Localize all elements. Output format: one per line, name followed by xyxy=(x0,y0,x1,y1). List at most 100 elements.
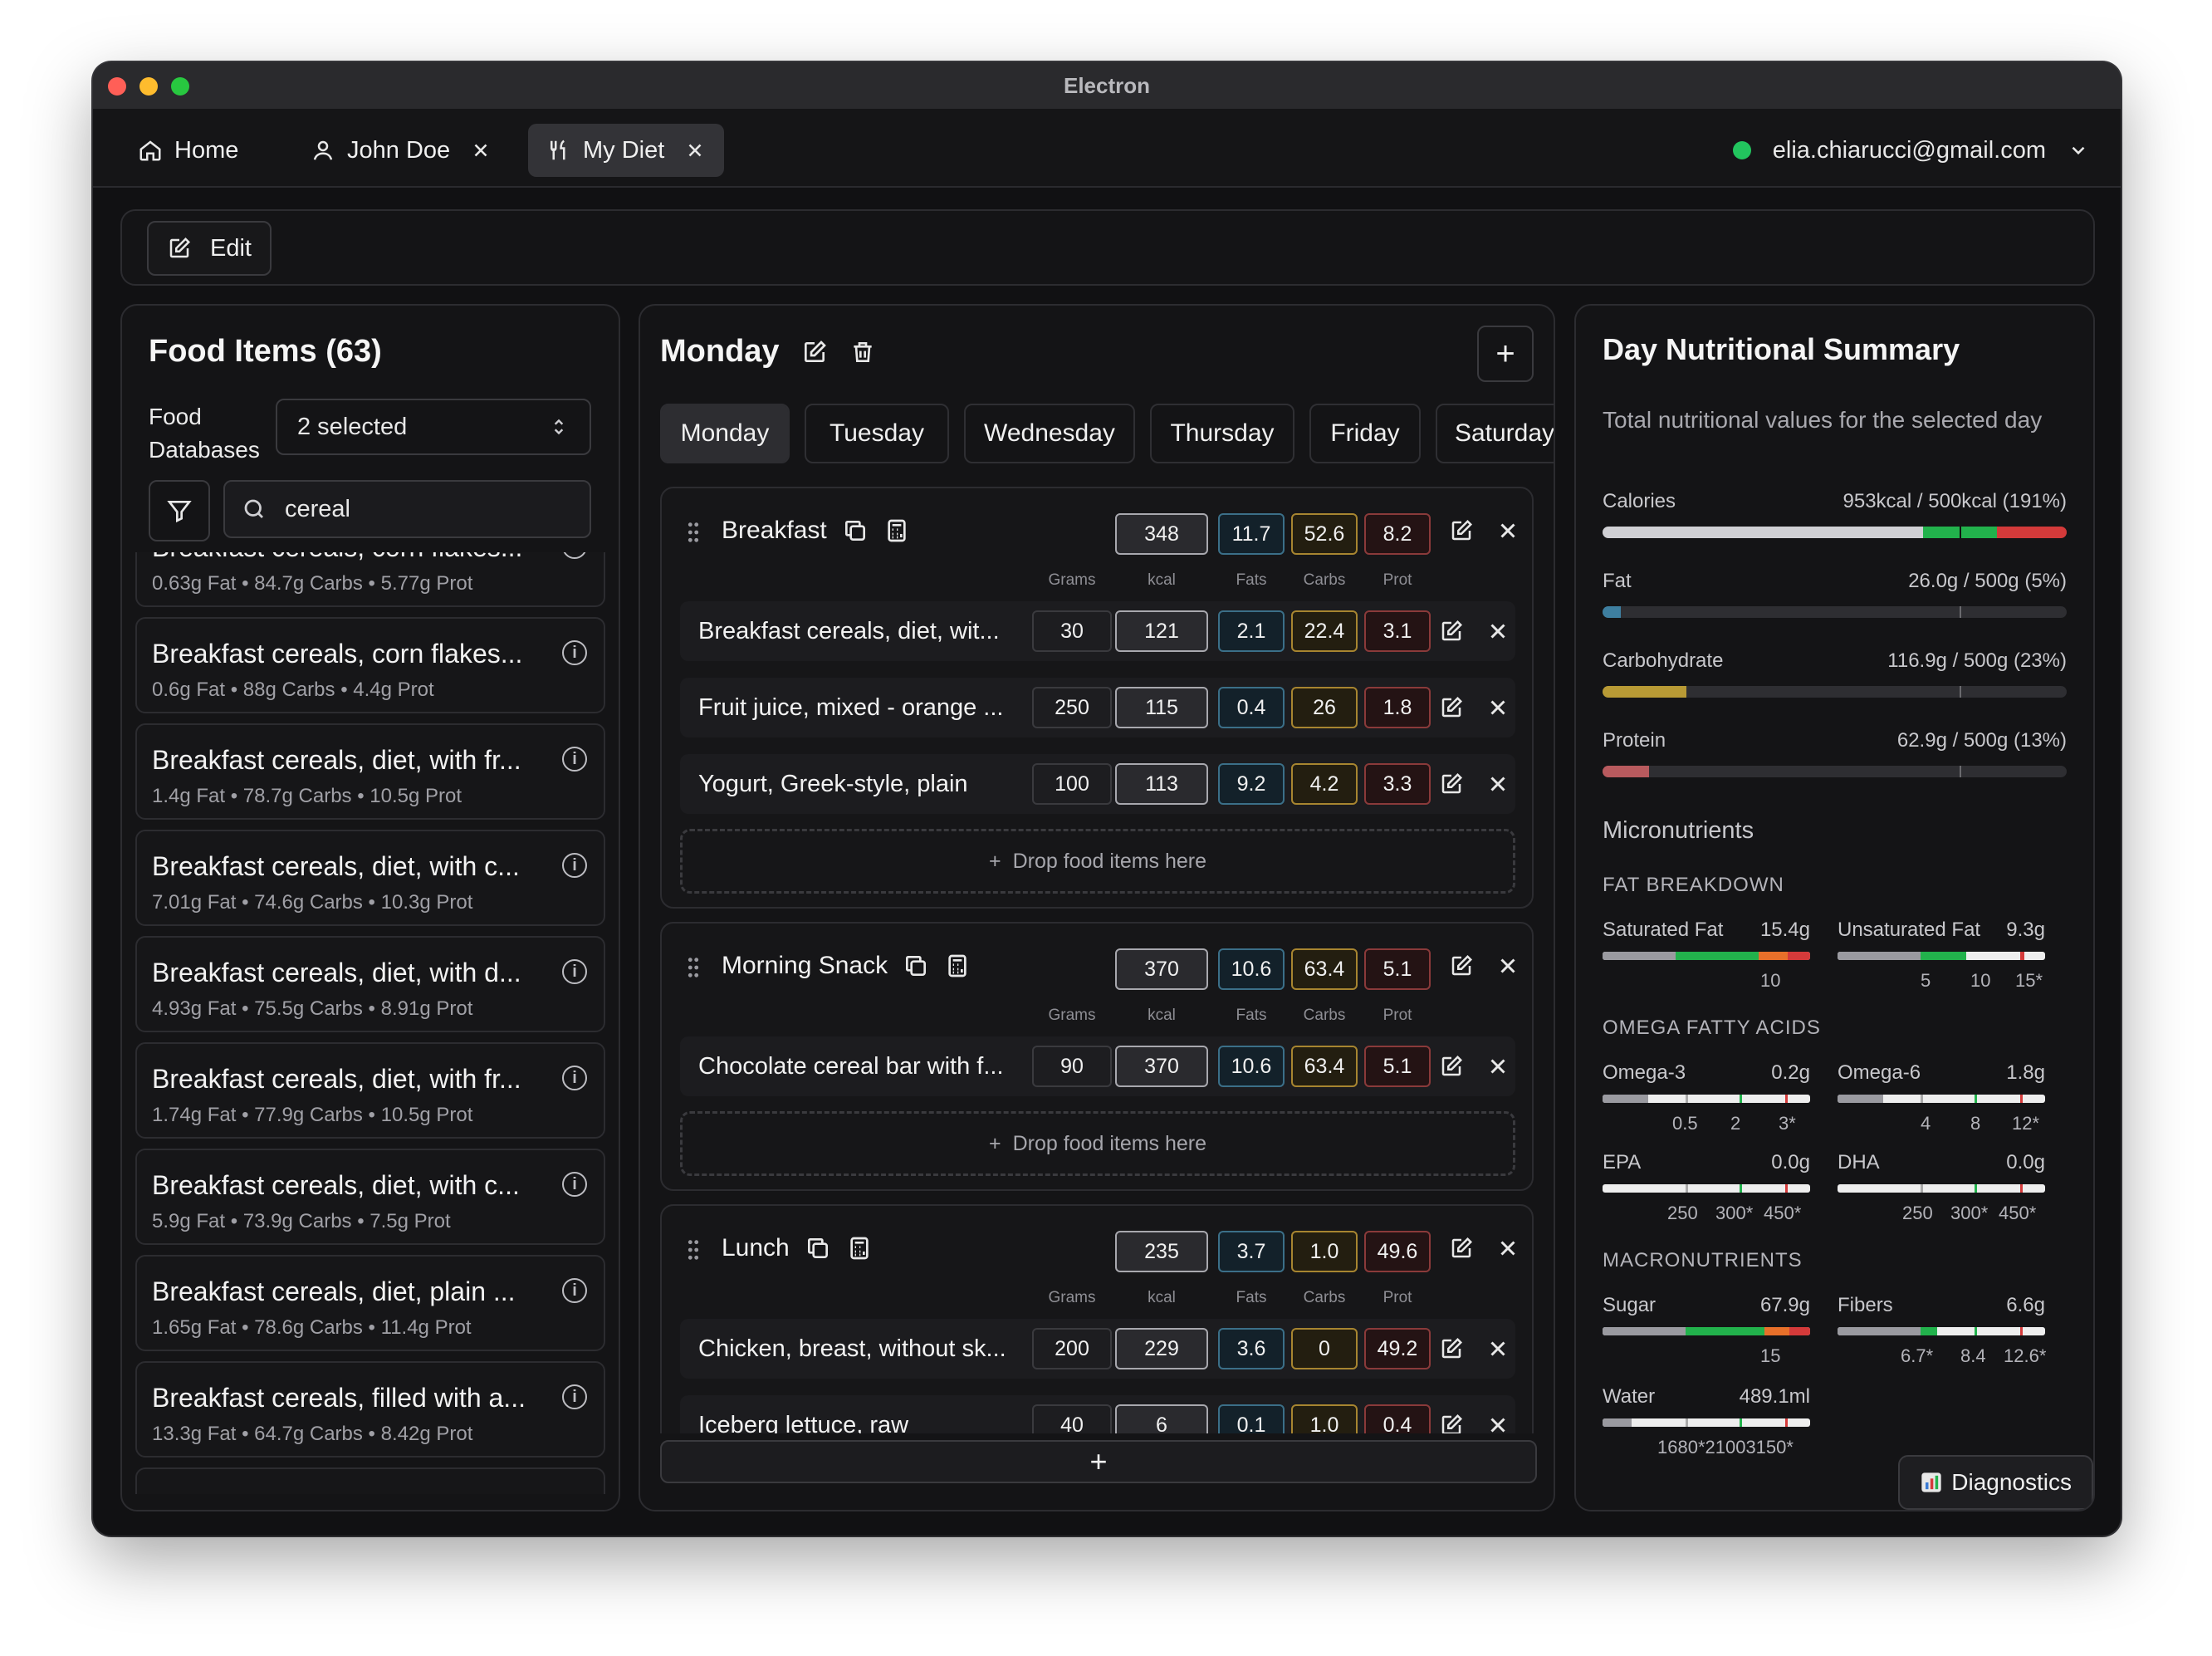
food-card[interactable]: Breakfast cereals, diet, with c... 7.01g … xyxy=(135,830,605,926)
remove-meal-button[interactable] xyxy=(1495,1236,1520,1261)
grams-input[interactable]: 30 xyxy=(1032,610,1112,652)
diagnostics-button[interactable]: Diagnostics xyxy=(1898,1455,2093,1510)
edit-food-button[interactable] xyxy=(1439,1054,1464,1079)
edit-food-button[interactable] xyxy=(1439,1413,1464,1433)
remove-food-button[interactable] xyxy=(1485,619,1510,644)
food-card[interactable]: Breakfast cereals, filled with a... 13.3g… xyxy=(135,1361,605,1458)
calculator-icon[interactable] xyxy=(846,1235,873,1262)
drop-zone[interactable]: + Drop food items here xyxy=(680,829,1515,894)
mini-scale-label: 10 xyxy=(1970,970,1991,991)
edit-food-button[interactable] xyxy=(1439,695,1464,720)
remove-food-button[interactable] xyxy=(1485,1336,1510,1361)
mini-value: 67.9g xyxy=(1759,1294,1810,1316)
close-icon[interactable] xyxy=(470,140,492,161)
day-tab-friday[interactable]: Friday xyxy=(1309,404,1421,463)
food-macros: 1.65g Fat • 78.6g Carbs • 11.4g Prot xyxy=(152,1316,472,1339)
edit-food-button[interactable] xyxy=(1439,619,1464,644)
grams-input[interactable]: 100 xyxy=(1032,763,1112,805)
drag-handle-icon[interactable] xyxy=(687,1239,700,1261)
food-databases-select[interactable]: 2 selected xyxy=(276,399,591,455)
meal-fat-total: 3.7 xyxy=(1218,1231,1285,1272)
food-prot: 49.2 xyxy=(1364,1328,1431,1369)
stat-label: Carbohydrate xyxy=(1603,649,1724,672)
drag-handle-icon[interactable] xyxy=(687,957,700,978)
food-list: Breakfast cereals, corn flakes... 0.63g F… xyxy=(135,552,605,1494)
grams-input[interactable]: 200 xyxy=(1032,1328,1112,1369)
maximize-window-button[interactable] xyxy=(171,77,189,96)
info-icon[interactable]: i xyxy=(562,552,587,559)
tab-home[interactable]: Home xyxy=(120,124,257,177)
food-macros: 1.74g Fat • 77.9g Carbs • 10.5g Prot xyxy=(152,1104,473,1126)
food-card[interactable]: Breakfast cereals, corn flakes... 0.63g F… xyxy=(135,552,605,607)
grams-input[interactable]: 250 xyxy=(1032,687,1112,728)
copy-icon[interactable] xyxy=(842,517,869,544)
calculator-icon[interactable] xyxy=(883,517,910,544)
info-icon[interactable]: i xyxy=(562,1066,587,1090)
remove-food-button[interactable] xyxy=(1485,1413,1510,1433)
edit-food-button[interactable] xyxy=(1439,1336,1464,1361)
food-card[interactable]: Breakfast cereals, diet, plain ... 1.65g … xyxy=(135,1255,605,1351)
select-value: 2 selected xyxy=(297,413,408,440)
edit-food-button[interactable] xyxy=(1439,772,1464,796)
drag-handle-icon[interactable] xyxy=(687,522,700,543)
close-icon[interactable] xyxy=(684,140,706,161)
food-card[interactable]: Breakfast cereals, corn flakes... 0.6g Fa… xyxy=(135,617,605,713)
mini-scale-label: 8.4 xyxy=(1960,1345,1986,1366)
remove-meal-button[interactable] xyxy=(1495,953,1520,978)
stat-label: Calories xyxy=(1603,490,1676,512)
edit-meal-button[interactable] xyxy=(1449,953,1474,978)
food-card-partial[interactable] xyxy=(135,1467,605,1494)
remove-food-button[interactable] xyxy=(1485,695,1510,720)
info-icon[interactable]: i xyxy=(562,959,587,984)
day-tab-tuesday[interactable]: Tuesday xyxy=(805,404,949,463)
grams-input[interactable]: 90 xyxy=(1032,1046,1112,1087)
trash-icon[interactable] xyxy=(849,339,876,365)
info-icon[interactable]: i xyxy=(562,853,587,878)
tab-label: Home xyxy=(174,136,239,164)
drop-zone[interactable]: + Drop food items here xyxy=(680,1111,1515,1176)
info-icon[interactable]: i xyxy=(562,640,587,665)
add-day-button[interactable]: + xyxy=(1477,326,1534,382)
food-search-input[interactable]: cereal xyxy=(223,480,591,538)
food-card[interactable]: Breakfast cereals, diet, with fr... 1.74g… xyxy=(135,1042,605,1139)
tab-john-doe[interactable]: John Doe xyxy=(292,124,510,177)
day-tab-monday[interactable]: Monday xyxy=(660,404,790,463)
edit-icon xyxy=(1451,519,1473,541)
meal-food-row[interactable]: Chicken, breast, without sk... 200 229 3… xyxy=(680,1319,1515,1379)
minimize-window-button[interactable] xyxy=(139,77,158,96)
edit-icon[interactable] xyxy=(801,339,828,365)
copy-icon[interactable] xyxy=(903,953,929,979)
add-meal-button[interactable]: + xyxy=(660,1440,1537,1483)
copy-icon[interactable] xyxy=(805,1235,831,1262)
edit-button[interactable]: Edit xyxy=(147,221,272,276)
filter-button[interactable] xyxy=(149,480,210,541)
remove-food-button[interactable] xyxy=(1485,772,1510,796)
edit-meal-button[interactable] xyxy=(1449,518,1474,543)
day-tab-wednesday[interactable]: Wednesday xyxy=(964,404,1135,463)
day-tab-thursday[interactable]: Thursday xyxy=(1150,404,1294,463)
info-icon[interactable]: i xyxy=(562,1172,587,1197)
tab-my-diet[interactable]: My Diet xyxy=(528,124,725,177)
mini-scale-label: 450* xyxy=(1764,1203,1802,1223)
close-window-button[interactable] xyxy=(108,77,126,96)
info-icon[interactable]: i xyxy=(562,747,587,772)
account-menu[interactable]: elia.chiarucci@gmail.com xyxy=(1732,124,2089,177)
grams-input[interactable]: 40 xyxy=(1032,1404,1112,1433)
meal-food-row[interactable]: Iceberg lettuce, raw 40 6 0.1 1.0 0.4 xyxy=(680,1395,1515,1433)
meal-title-group: Breakfast xyxy=(722,517,910,545)
meal-food-row[interactable]: Chocolate cereal bar with f... 90 370 10… xyxy=(680,1036,1515,1096)
food-card[interactable]: Breakfast cereals, diet, with c... 5.9g F… xyxy=(135,1149,605,1245)
remove-food-button[interactable] xyxy=(1485,1054,1510,1079)
info-icon[interactable]: i xyxy=(562,1278,587,1303)
meal-food-row[interactable]: Fruit juice, mixed - orange ... 250 115 … xyxy=(680,678,1515,737)
calculator-icon[interactable] xyxy=(944,953,971,979)
edit-meal-button[interactable] xyxy=(1449,1236,1474,1261)
food-card[interactable]: Breakfast cereals, diet, with d... 4.93g … xyxy=(135,936,605,1032)
remove-meal-button[interactable] xyxy=(1495,518,1520,543)
meal-food-row[interactable]: Breakfast cereals, diet, wit... 30 121 2… xyxy=(680,601,1515,661)
food-card[interactable]: Breakfast cereals, diet, with fr... 1.4g … xyxy=(135,723,605,820)
info-icon[interactable]: i xyxy=(562,1384,587,1409)
mini-scale-label: 250 xyxy=(1667,1203,1698,1223)
meal-food-row[interactable]: Yogurt, Greek-style, plain 100 113 9.2 4… xyxy=(680,754,1515,814)
day-tab-saturday[interactable]: Saturday xyxy=(1436,404,1554,463)
